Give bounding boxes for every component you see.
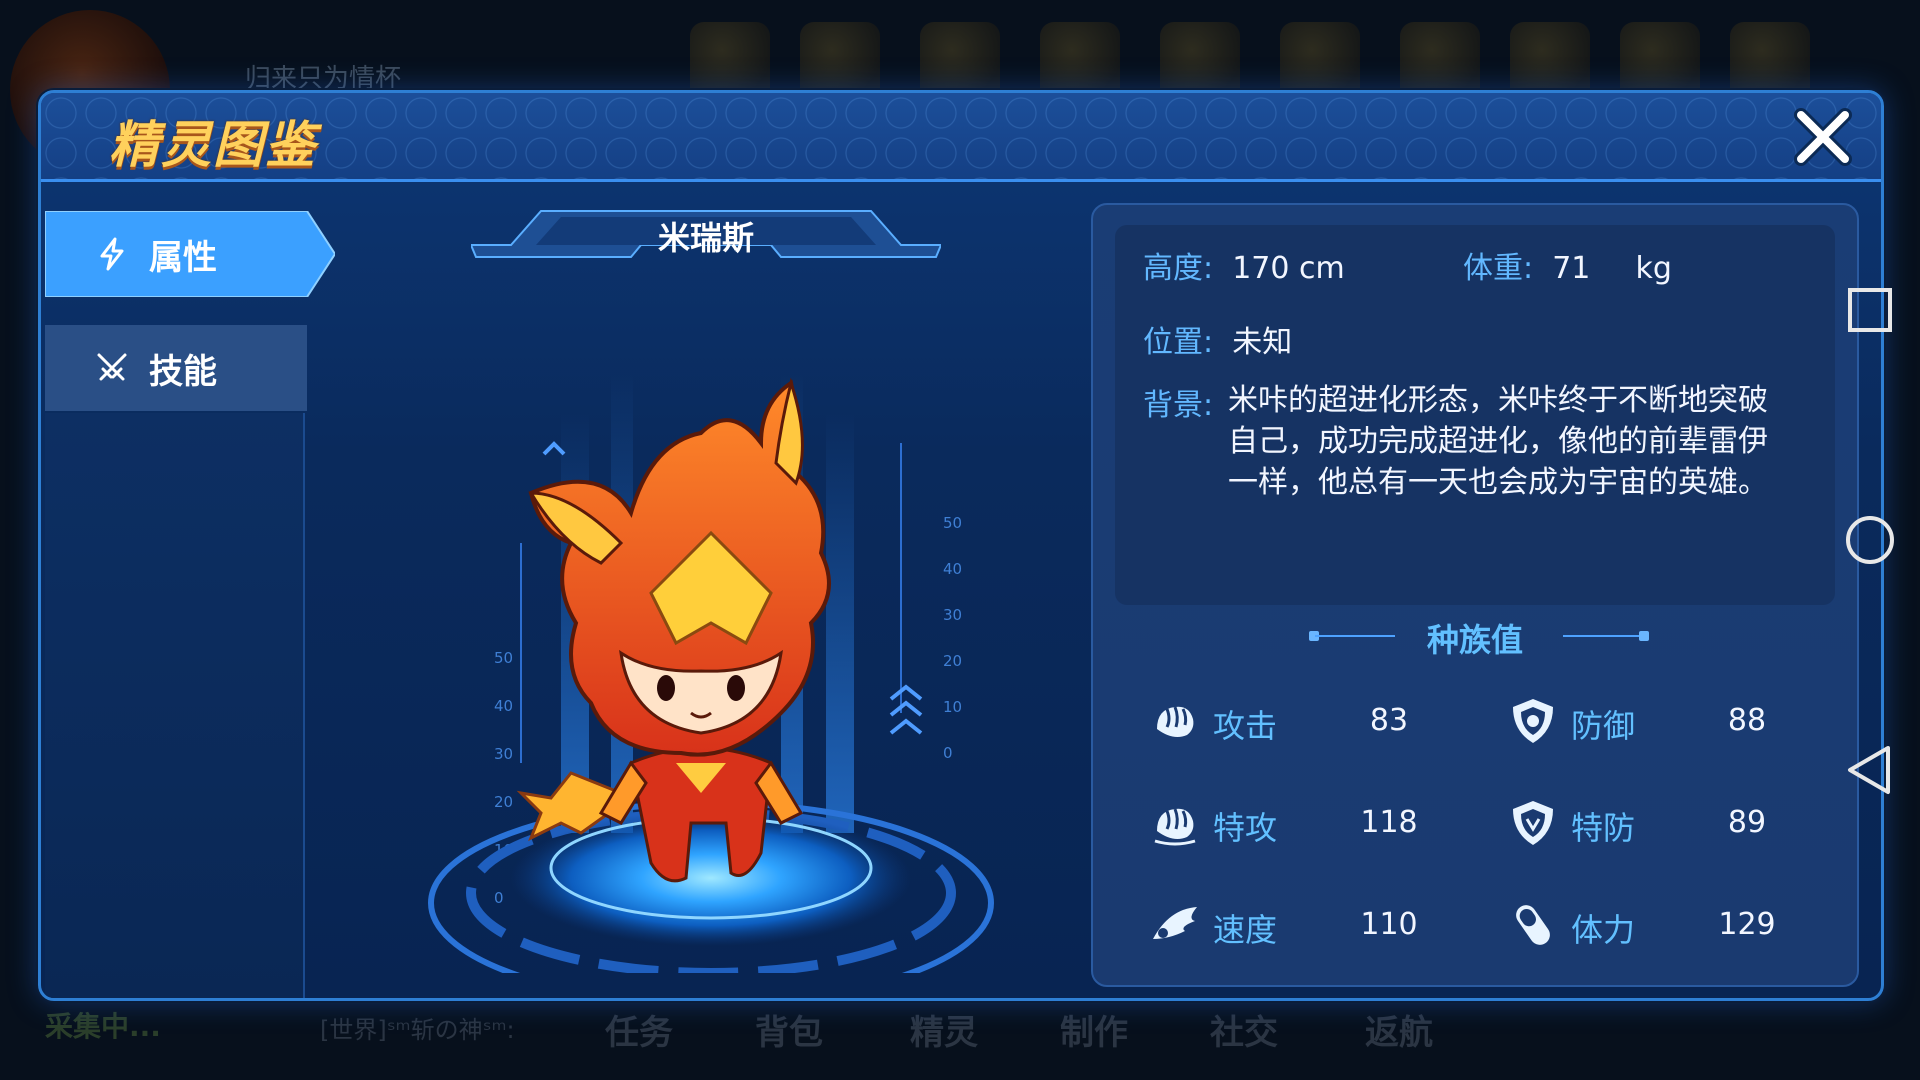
stat-label: 速度 (1213, 911, 1278, 949)
special-defense-shield-icon (1513, 801, 1553, 845)
stat-value: 83 (1369, 703, 1409, 738)
info-panel: 高度: 170 cm 体重: 71 kg 位置: 未知 背景: 米咔的超进化形态… (1091, 203, 1859, 987)
stat-label: 攻击 (1213, 707, 1278, 745)
special-attack-fist-icon (1154, 808, 1196, 846)
stat-attack: 攻击 83 (1149, 695, 1509, 755)
weight-unit: kg (1635, 251, 1672, 286)
stamina-capsule-icon (1516, 905, 1550, 945)
stat-defense: 防御 88 (1507, 695, 1867, 755)
creature-stage: 50 40 30 20 10 0 50 40 30 20 10 0 (428, 373, 994, 973)
background-label: 背景: (1143, 388, 1214, 423)
square-icon (1848, 288, 1892, 332)
height-label: 高度: (1143, 251, 1214, 286)
gauge-left-tick: 20 (494, 793, 513, 811)
stat-special-defense: 特防 89 (1507, 797, 1867, 857)
creature-name: 米瑞斯 (657, 219, 754, 257)
stat-value: 110 (1360, 907, 1418, 942)
weight-label: 体重: (1463, 251, 1534, 286)
system-nav-bar (1830, 0, 1920, 1080)
divider-dot (1639, 631, 1649, 641)
pokedex-dialog: 精灵图鉴 属性 技能 米瑞斯 50 40 30 20 10 0 50 40 30… (38, 90, 1884, 1001)
bottom-menu-pets: 精灵 (910, 1013, 978, 1053)
gauge-right-tick: 40 (943, 560, 962, 578)
stat-speed: 速度 110 (1149, 899, 1509, 959)
dialog-title: 精灵图鉴 (109, 116, 317, 174)
collect-status: 采集中... (45, 1010, 161, 1043)
hex-pattern (41, 93, 1881, 179)
stat-label: 防御 (1571, 707, 1636, 745)
dialog-header: 精灵图鉴 (41, 93, 1881, 182)
gauge-right-tick: 10 (943, 698, 962, 716)
stat-value: 88 (1727, 703, 1767, 738)
gauge-left-tick: 50 (494, 649, 513, 667)
tab-skills[interactable]: 技能 (45, 325, 307, 411)
defense-shield-icon (1513, 699, 1553, 743)
back-button[interactable] (1830, 730, 1920, 810)
background-text: 米咔的超进化形态，米咔终于不断地突破自己，成功完成超进化，像他的前辈雷伊一样，他… (1228, 383, 1768, 500)
location-row: 位置: 未知 (1143, 317, 1292, 361)
circle-icon (1846, 516, 1894, 564)
divider-line (1563, 635, 1643, 637)
bottom-menu-task: 任务 (605, 1013, 673, 1053)
stats-title-row: 种族值 (1093, 615, 1857, 659)
platform (428, 800, 994, 973)
weight-row: 体重: 71 kg (1463, 243, 1672, 287)
creature-nameplate: 米瑞斯 (471, 205, 941, 265)
stat-label: 特攻 (1213, 809, 1278, 847)
height-value: 170 cm (1232, 251, 1345, 286)
stat-value: 129 (1718, 907, 1776, 942)
tab-attributes[interactable]: 属性 (45, 211, 335, 297)
gauge-right-tick: 20 (943, 652, 962, 670)
bottom-menu-return: 返航 (1365, 1013, 1433, 1053)
background-row: 背景: (1143, 380, 1213, 424)
location-label: 位置: (1143, 325, 1214, 360)
gauge-left: 50 40 30 20 10 0 (494, 649, 513, 907)
gauge-left-tick: 40 (494, 697, 513, 715)
recent-apps-button[interactable] (1830, 270, 1920, 350)
gauge-right-tick: 0 (943, 744, 953, 762)
gauge-right-tick: 50 (943, 514, 962, 532)
bottom-menu-bag: 背包 (755, 1013, 823, 1053)
bottom-menu-craft: 制作 (1060, 1013, 1128, 1053)
height-row: 高度: 170 cm (1143, 243, 1345, 287)
tab-attributes-label: 属性 (149, 237, 217, 278)
gauge-left-tick: 30 (494, 745, 513, 763)
gauge-right: 50 40 30 20 10 0 (943, 514, 962, 762)
lightning-icon (100, 237, 124, 271)
weight-value: 71 (1552, 251, 1591, 286)
attack-fist-icon (1157, 706, 1194, 737)
stat-value: 118 (1360, 805, 1418, 840)
home-button[interactable] (1830, 500, 1920, 580)
divider-line (1315, 635, 1395, 637)
stat-special-attack: 特攻 118 (1149, 797, 1509, 857)
tab-column (45, 413, 305, 998)
stat-label: 特防 (1571, 809, 1636, 847)
stats-title: 种族值 (1426, 621, 1523, 659)
location-value: 未知 (1232, 325, 1293, 360)
stat-label: 体力 (1571, 911, 1636, 949)
bottom-menu-social: 社交 (1210, 1013, 1278, 1053)
triangle-back-icon (1848, 746, 1890, 794)
chat-preview: [世界]ˢᵐ斩の神ˢᵐ: (320, 1016, 515, 1044)
tab-skills-label: 技能 (149, 351, 217, 392)
speed-wing-icon (1153, 907, 1197, 939)
gauge-right-tick: 30 (943, 606, 962, 624)
stat-stamina: 体力 129 (1507, 899, 1867, 959)
stat-value: 89 (1727, 805, 1767, 840)
gauge-left-tick: 0 (494, 889, 504, 907)
swords-icon (97, 353, 127, 381)
